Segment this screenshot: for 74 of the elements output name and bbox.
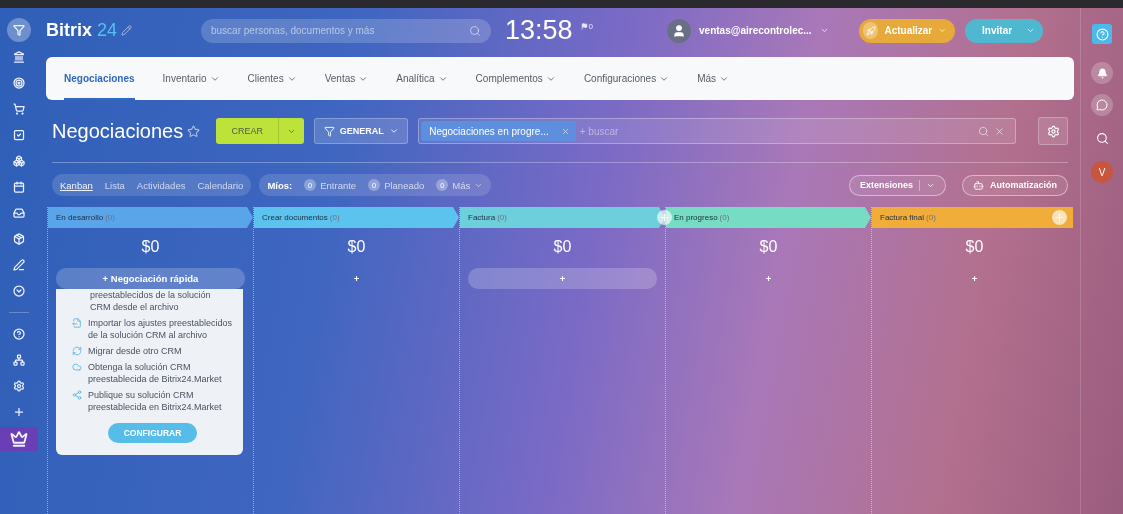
gear-icon xyxy=(1046,124,1060,138)
nav-tab[interactable]: Inventario xyxy=(162,57,220,100)
extensions-button[interactable]: Extensiones xyxy=(848,174,946,196)
user-name[interactable]: ventas@airecontrolec... xyxy=(699,25,812,36)
search-icon[interactable] xyxy=(1095,132,1109,145)
crown-icon[interactable] xyxy=(0,427,38,451)
user-avatar[interactable] xyxy=(667,18,692,43)
view-tab[interactable]: Lista xyxy=(104,179,125,191)
filter-preset-button[interactable]: GENERAL xyxy=(314,118,409,144)
refresh-icon xyxy=(72,346,82,356)
help-icon xyxy=(1095,27,1109,41)
nav-tab[interactable]: Negociaciones xyxy=(64,57,135,100)
user-avatar[interactable]: V xyxy=(1091,161,1113,183)
caret-icon xyxy=(388,126,399,136)
clock: 13:58 xyxy=(505,15,573,46)
quick-add-button[interactable]: + xyxy=(468,268,657,289)
nav-tab[interactable]: Clientes xyxy=(247,57,297,100)
rocket-icon xyxy=(862,22,879,39)
search-placeholder: + buscar xyxy=(579,125,620,137)
quick-add-button[interactable]: + xyxy=(674,268,863,289)
filter-icon xyxy=(323,125,335,137)
stage-total: $0 xyxy=(552,238,573,257)
setup-option[interactable]: Migrar desde otro CRM xyxy=(88,345,182,357)
logo[interactable]: Bitrix 24 xyxy=(46,20,118,41)
page-title: Negociaciones xyxy=(52,119,184,143)
quick-add-button[interactable]: + xyxy=(880,268,1069,289)
settings-button[interactable] xyxy=(1038,117,1068,145)
stage-header[interactable]: Factura final (0) xyxy=(872,207,1073,228)
stage-total: $0 xyxy=(964,238,985,257)
quick-add-button[interactable]: + xyxy=(262,268,451,289)
view-tab[interactable]: Actividades xyxy=(136,179,186,191)
help-button[interactable] xyxy=(1092,24,1112,44)
setup-option[interactable]: Obtenga la solución CRM preestablecida de Bitrix24.Market xyxy=(88,361,233,385)
counters-label: Míos: xyxy=(267,179,293,191)
chat-icon xyxy=(1096,99,1108,111)
automation-button[interactable]: Automatización xyxy=(962,174,1068,196)
stage-header[interactable]: Crear documentos (0) xyxy=(254,207,459,228)
stage-header[interactable]: En progreso (0) xyxy=(666,207,871,228)
bell-icon xyxy=(1096,67,1108,79)
setup-option[interactable]: preestablecidos de la solución CRM desde el archivo xyxy=(90,289,233,313)
search-field[interactable]: buscar personas, documentos y más xyxy=(201,18,491,43)
nav-tab[interactable]: Analítica xyxy=(396,57,448,100)
stage-total: $0 xyxy=(140,238,161,257)
star-icon[interactable] xyxy=(187,124,201,138)
setup-option[interactable]: Importar los ajustes preestablecidos de la solución CRM al archivo xyxy=(88,317,233,341)
person-icon xyxy=(672,23,687,38)
quick-add-button[interactable]: + Negociación rápida xyxy=(56,268,245,289)
robot-icon xyxy=(973,179,984,191)
pencil-icon[interactable] xyxy=(121,25,133,36)
export-icon xyxy=(72,318,82,328)
view-tab[interactable]: Calendario xyxy=(197,179,244,191)
caret-icon xyxy=(938,26,947,35)
nav-tab[interactable]: Ventas xyxy=(324,57,369,100)
cloud-icon xyxy=(72,362,82,372)
invite-button[interactable]: Invitar xyxy=(964,18,1043,43)
stage-total: $0 xyxy=(758,238,779,257)
stage-total: $0 xyxy=(346,238,367,257)
filter-chip[interactable]: Negociaciones en progre... xyxy=(421,121,576,141)
stage-header[interactable]: Factura (0) xyxy=(460,207,665,228)
filter-search-field[interactable]: Negociaciones en progre... + buscar xyxy=(418,118,1016,144)
stage-header[interactable]: En desarrollo (0) xyxy=(48,207,253,228)
flag-icon[interactable] xyxy=(580,23,588,30)
chat-button[interactable] xyxy=(1091,94,1113,116)
nav-tab[interactable]: Configuraciones xyxy=(583,57,670,100)
flag-count: 0 xyxy=(588,22,594,31)
create-button[interactable]: CREAR xyxy=(216,118,305,144)
caret-icon xyxy=(1025,26,1035,35)
filter-icon[interactable] xyxy=(7,18,31,42)
view-tab[interactable]: Kanban xyxy=(60,179,93,191)
setup-option[interactable]: Publique su solución CRM preestablecida en Bitrix24.Market xyxy=(88,389,233,413)
share-icon xyxy=(72,390,82,400)
notifications-button[interactable] xyxy=(1091,62,1113,84)
nav-tab[interactable]: Complementos xyxy=(475,57,556,100)
nav-tab[interactable]: Más xyxy=(697,57,730,100)
